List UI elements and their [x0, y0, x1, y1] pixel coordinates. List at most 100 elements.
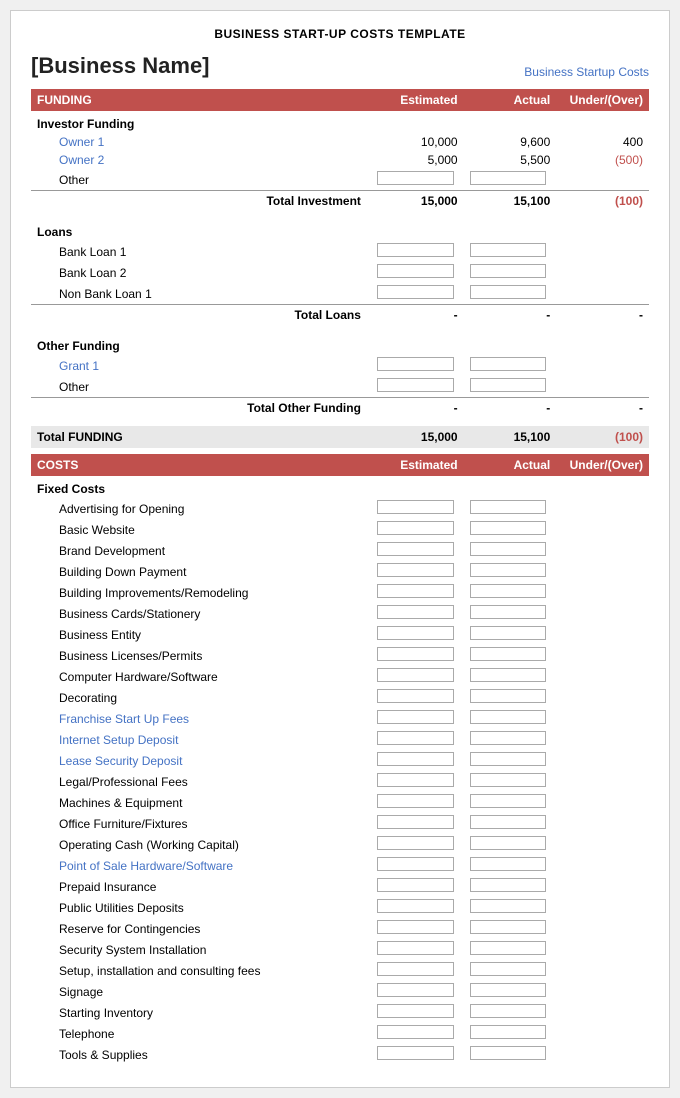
bank-loan2-estimated-input[interactable] — [377, 264, 454, 278]
cost-estimated-input-6[interactable] — [377, 626, 454, 640]
total-loans-estimated: - — [371, 305, 464, 326]
cost-estimated-input-15[interactable] — [377, 815, 454, 829]
cost-actual-input-23[interactable] — [470, 983, 547, 997]
owner1-actual: 9,600 — [464, 133, 557, 151]
cost-estimated-input-0[interactable] — [377, 500, 454, 514]
cost-estimated-input-21[interactable] — [377, 941, 454, 955]
cost-item-label: Brand Development — [31, 540, 371, 561]
cost-item-label: Setup, installation and consulting fees — [31, 960, 371, 981]
cost-estimated-input-3[interactable] — [377, 563, 454, 577]
cost-actual-input-0[interactable] — [470, 500, 547, 514]
cost-actual-input-1[interactable] — [470, 521, 547, 535]
cost-actual-input-11[interactable] — [470, 731, 547, 745]
cost-estimated-input-20[interactable] — [377, 920, 454, 934]
non-bank-loan1-actual-input[interactable] — [470, 285, 547, 299]
cost-actual-input-5[interactable] — [470, 605, 547, 619]
bank-loan1-label: Bank Loan 1 — [31, 241, 371, 262]
cost-item-row: Building Improvements/Remodeling — [31, 582, 649, 603]
cost-actual-input-26[interactable] — [470, 1046, 547, 1060]
grant1-estimated-input[interactable] — [377, 357, 454, 371]
cost-actual-input-4[interactable] — [470, 584, 547, 598]
cost-actual-input-22[interactable] — [470, 962, 547, 976]
cost-estimated-input-1[interactable] — [377, 521, 454, 535]
cost-actual-input-8[interactable] — [470, 668, 547, 682]
cost-estimated-input-13[interactable] — [377, 773, 454, 787]
cost-estimated-input-19[interactable] — [377, 899, 454, 913]
cost-estimated-input-14[interactable] — [377, 794, 454, 808]
loans-label: Loans — [31, 219, 649, 241]
cost-actual-input-13[interactable] — [470, 773, 547, 787]
cost-item-row: Machines & Equipment — [31, 792, 649, 813]
cost-actual-input-19[interactable] — [470, 899, 547, 913]
cost-item-row: Setup, installation and consulting fees — [31, 960, 649, 981]
cost-estimated-input-16[interactable] — [377, 836, 454, 850]
cost-actual-input-7[interactable] — [470, 647, 547, 661]
owner2-under: (500) — [556, 151, 649, 169]
cost-item-row: Prepaid Insurance — [31, 876, 649, 897]
bank-loan1-row: Bank Loan 1 — [31, 241, 649, 262]
bank-loan1-estimated-input[interactable] — [377, 243, 454, 257]
cost-item-label: Telephone — [31, 1023, 371, 1044]
cost-actual-input-14[interactable] — [470, 794, 547, 808]
cost-actual-input-25[interactable] — [470, 1025, 547, 1039]
cost-estimated-input-7[interactable] — [377, 647, 454, 661]
owner2-actual: 5,500 — [464, 151, 557, 169]
other-funding-other-estimated-input[interactable] — [377, 378, 454, 392]
total-loans-label: Total Loans — [31, 305, 371, 326]
cost-actual-input-9[interactable] — [470, 689, 547, 703]
cost-actual-input-2[interactable] — [470, 542, 547, 556]
cost-estimated-input-9[interactable] — [377, 689, 454, 703]
total-funding-estimated: 15,000 — [371, 426, 464, 448]
cost-actual-input-16[interactable] — [470, 836, 547, 850]
total-other-funding-label: Total Other Funding — [31, 398, 371, 419]
cost-estimated-input-26[interactable] — [377, 1046, 454, 1060]
bank-loan2-actual-input[interactable] — [470, 264, 547, 278]
investor-funding-category: Investor Funding — [31, 111, 649, 133]
cost-item-label: Point of Sale Hardware/Software — [31, 855, 371, 876]
investor-other-actual-input[interactable] — [470, 171, 547, 185]
cost-actual-input-6[interactable] — [470, 626, 547, 640]
funding-header: FUNDING Estimated Actual Under/(Over) — [31, 89, 649, 111]
non-bank-loan1-estimated-input[interactable] — [377, 285, 454, 299]
cost-actual-input-24[interactable] — [470, 1004, 547, 1018]
cost-estimated-input-11[interactable] — [377, 731, 454, 745]
non-bank-loan1-row: Non Bank Loan 1 — [31, 283, 649, 305]
cost-actual-input-20[interactable] — [470, 920, 547, 934]
other-funding-other-actual-input[interactable] — [470, 378, 547, 392]
cost-estimated-input-4[interactable] — [377, 584, 454, 598]
cost-actual-input-17[interactable] — [470, 857, 547, 871]
cost-actual-input-21[interactable] — [470, 941, 547, 955]
cost-actual-input-12[interactable] — [470, 752, 547, 766]
total-other-actual: - — [464, 398, 557, 419]
cost-actual-input-10[interactable] — [470, 710, 547, 724]
cost-estimated-input-17[interactable] — [377, 857, 454, 871]
grant1-actual-input[interactable] — [470, 357, 547, 371]
funding-col-estimated: Estimated — [371, 89, 464, 111]
fixed-costs-label: Fixed Costs — [31, 476, 649, 498]
cost-estimated-input-25[interactable] — [377, 1025, 454, 1039]
bank-loan1-actual-input[interactable] — [470, 243, 547, 257]
header-link[interactable]: Business Startup Costs — [524, 65, 649, 79]
cost-estimated-input-18[interactable] — [377, 878, 454, 892]
cost-estimated-input-8[interactable] — [377, 668, 454, 682]
cost-item-row: Internet Setup Deposit — [31, 729, 649, 750]
total-loans-row: Total Loans - - - — [31, 305, 649, 326]
total-loans-under: - — [556, 305, 649, 326]
total-loans-actual: - — [464, 305, 557, 326]
cost-actual-input-3[interactable] — [470, 563, 547, 577]
cost-estimated-input-24[interactable] — [377, 1004, 454, 1018]
cost-actual-input-15[interactable] — [470, 815, 547, 829]
cost-estimated-input-2[interactable] — [377, 542, 454, 556]
cost-estimated-input-22[interactable] — [377, 962, 454, 976]
cost-estimated-input-23[interactable] — [377, 983, 454, 997]
cost-estimated-input-5[interactable] — [377, 605, 454, 619]
total-investment-row: Total Investment 15,000 15,100 (100) — [31, 191, 649, 212]
cost-estimated-input-12[interactable] — [377, 752, 454, 766]
other-funding-label: Other Funding — [31, 333, 649, 355]
cost-actual-input-18[interactable] — [470, 878, 547, 892]
investor-other-estimated-input[interactable] — [377, 171, 454, 185]
total-funding-actual: 15,100 — [464, 426, 557, 448]
cost-item-row: Tools & Supplies — [31, 1044, 649, 1065]
cost-item-label: Business Cards/Stationery — [31, 603, 371, 624]
cost-estimated-input-10[interactable] — [377, 710, 454, 724]
